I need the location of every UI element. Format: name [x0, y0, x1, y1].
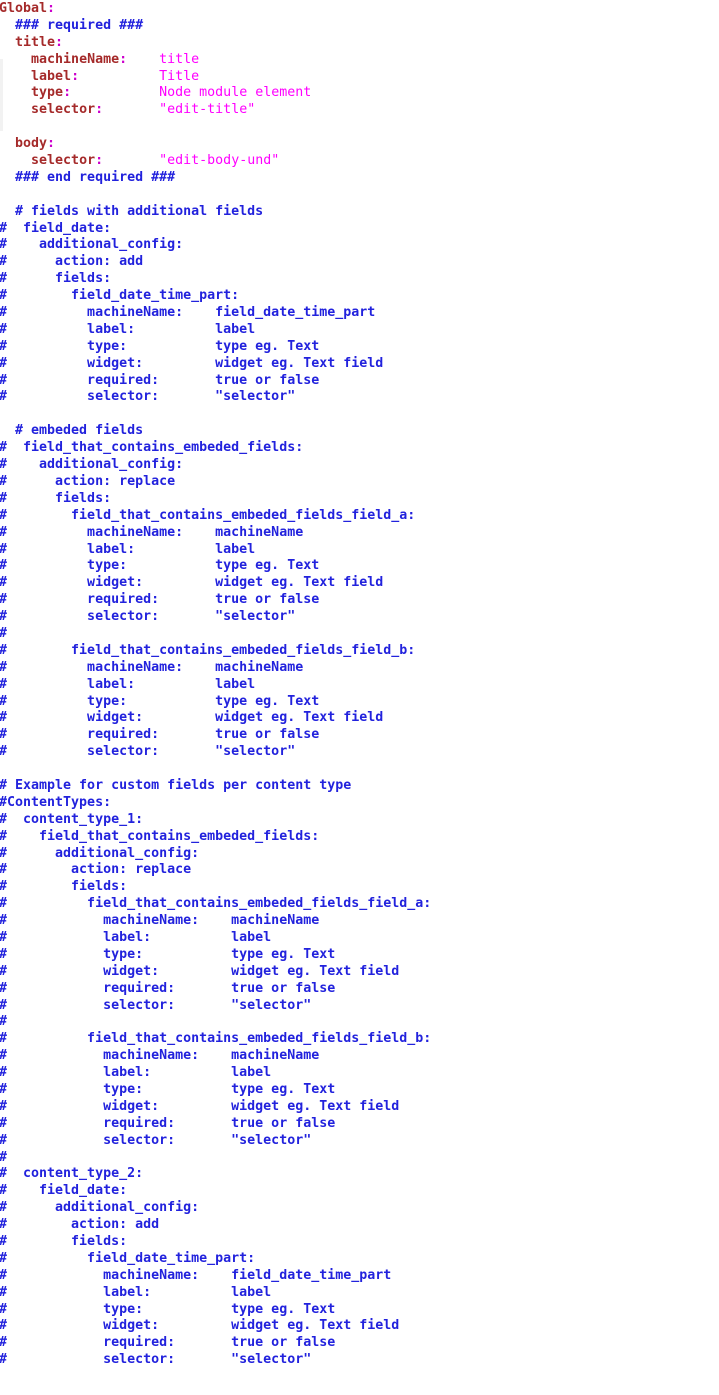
- code-line: # type: type eg. Text: [0, 558, 320, 574]
- code-line: # type: type eg. Text: [0, 1082, 336, 1097]
- code-line: # content_type_2:: [0, 1166, 144, 1182]
- code-line: # type: type eg. Text: [0, 946, 336, 962]
- code-line: # additional_config:: [0, 457, 184, 473]
- code-line: # required: true or false: [0, 1335, 336, 1351]
- code-line: # content_type_1:: [0, 811, 144, 827]
- code-line: # field_that_contains_embeded_fields:: [0, 828, 320, 844]
- code-line: # label: label: [0, 929, 272, 945]
- code-line: # type: type eg. Text: [0, 693, 320, 709]
- code-line: # widget: widget eg. Text field: [0, 710, 384, 726]
- code-line: body:: [15, 136, 56, 152]
- code-line: selector: "edit-body-und": [31, 153, 280, 169]
- code-line: #ContentTypes:: [0, 794, 112, 810]
- code-line: # selector: "selector": [0, 1132, 312, 1148]
- code-line: # label: label: [0, 321, 256, 337]
- code-line: # action: add: [0, 1217, 160, 1233]
- code-line: # widget: widget eg. Text field: [0, 355, 384, 371]
- code-line: # action: add: [0, 254, 144, 270]
- code-line: # label: label: [0, 1065, 272, 1081]
- code-line: # action: replace: [0, 473, 176, 489]
- code-line: # additional_config:: [0, 1200, 200, 1216]
- code-editor-viewport[interactable]: Global: ### required ### title: machineN…: [0, 0, 719, 1395]
- code-line: machineName: title: [31, 51, 200, 67]
- code-line: # selector: "selector": [0, 1352, 312, 1368]
- code-line: # required: true or false: [0, 727, 320, 743]
- code-line: # additional_config:: [0, 845, 200, 861]
- code-line: # selector: "selector": [0, 744, 296, 760]
- code-line: # machineName: machineName: [0, 524, 304, 540]
- code-line: # fields:: [0, 271, 112, 287]
- code-line: # label: label: [0, 676, 256, 692]
- code-line: # field_that_contains_embeded_fields:: [0, 440, 304, 456]
- code-line: # field_that_contains_embeded_fields_fie…: [0, 507, 416, 523]
- code-line: # fields:: [0, 1234, 128, 1250]
- code-line: #: [0, 1150, 718, 1167]
- code-line: # fields:: [0, 879, 128, 895]
- code-line: # field_that_contains_embeded_fields_fie…: [0, 642, 416, 658]
- code-line: # widget: widget eg. Text field: [0, 963, 400, 979]
- code-line: # additional_config:: [0, 237, 184, 253]
- code-line: # required: true or false: [0, 372, 320, 388]
- code-line: # embeded fields: [0, 423, 144, 439]
- code-line: type: Node module element: [31, 85, 312, 101]
- code-line: # action: replace: [0, 862, 192, 878]
- code-line: #: [0, 1014, 718, 1031]
- code-line: # required: true or false: [0, 980, 336, 996]
- code-line: # label: label: [0, 1284, 272, 1300]
- code-line: # Example for custom fields per content …: [0, 777, 352, 793]
- code-line: # field_date_time_part:: [0, 288, 240, 304]
- code-line: # selector: "selector": [0, 389, 296, 405]
- code-line: # field_date:: [0, 220, 112, 236]
- code-line: # required: true or false: [0, 592, 320, 608]
- code-line: # selector: "selector": [0, 609, 296, 625]
- code-line: selector: "edit-title": [31, 102, 256, 118]
- code-line: # required: true or false: [0, 1115, 336, 1131]
- code-line: # label: label: [0, 541, 256, 557]
- code-line: # field_that_contains_embeded_fields_fie…: [0, 896, 432, 912]
- code-line: ### end required ###: [0, 169, 176, 185]
- code-line: # fields with additional fields: [0, 203, 264, 219]
- code-line: # type: type eg. Text: [0, 1301, 336, 1317]
- code-line: #: [0, 626, 718, 643]
- code-line: # fields:: [0, 490, 112, 506]
- code-line: # machineName: machineName: [0, 913, 320, 929]
- code-line: # machineName: machineName: [0, 1048, 320, 1064]
- code-line: # machineName: field_date_time_part: [0, 305, 376, 321]
- code-line: # machineName: field_date_time_part: [0, 1267, 392, 1283]
- code-line: Global:: [0, 1, 56, 16]
- code-line: title:: [15, 34, 64, 50]
- code-line: # widget: widget eg. Text field: [0, 1098, 400, 1114]
- code-line: # field_that_contains_embeded_fields_fie…: [0, 1031, 432, 1047]
- yaml-source-text[interactable]: Global: ### required ### title: machineN…: [0, 1, 718, 1369]
- code-line: # selector: "selector": [0, 997, 312, 1013]
- code-line: # machineName: machineName: [0, 659, 304, 675]
- code-line: # widget: widget eg. Text field: [0, 1318, 400, 1334]
- code-line: label: Title: [31, 68, 200, 84]
- code-line: # type: type eg. Text: [0, 338, 320, 354]
- code-line: # widget: widget eg. Text field: [0, 575, 384, 591]
- code-line: # field_date:: [0, 1183, 128, 1199]
- code-line: # field_date_time_part:: [0, 1250, 256, 1266]
- code-line: ### required ###: [0, 17, 144, 33]
